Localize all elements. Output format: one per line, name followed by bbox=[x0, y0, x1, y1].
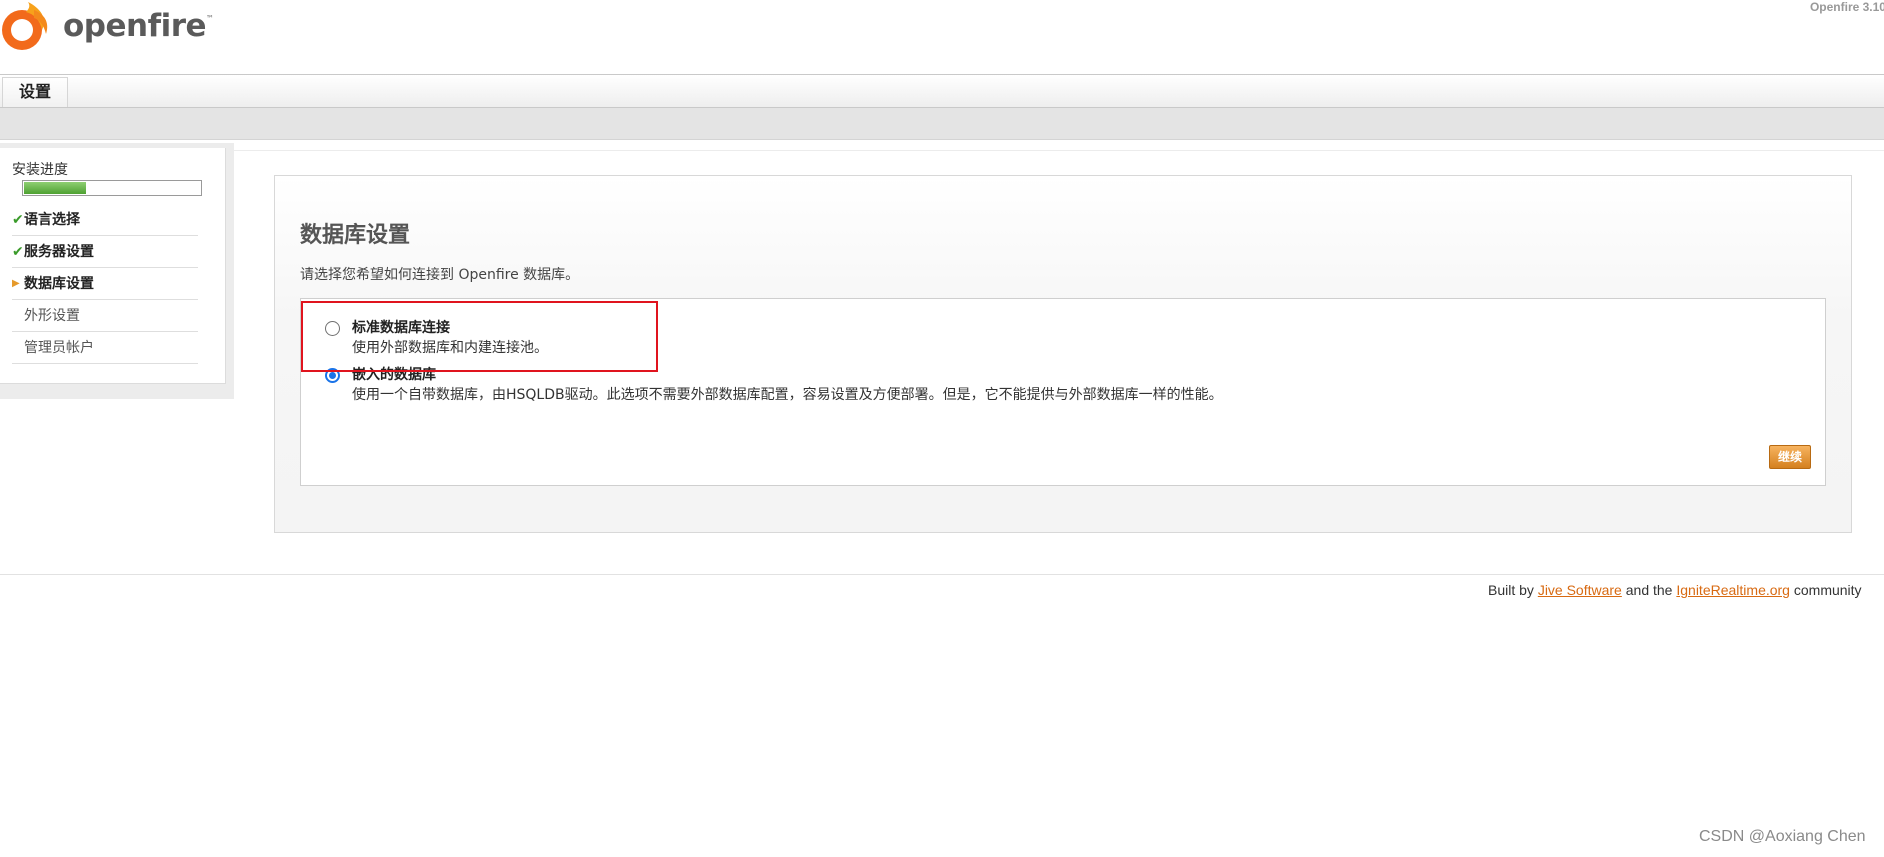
page: openfire™ Openfire 3.10.3 设置 安装进度 ✔ 语言选择… bbox=[0, 0, 1884, 857]
continue-button[interactable]: 继续 bbox=[1769, 445, 1811, 469]
page-title: 数据库设置 bbox=[300, 223, 411, 248]
check-icon: ✔ bbox=[12, 244, 24, 260]
jive-software-link[interactable]: Jive Software bbox=[1538, 582, 1622, 598]
footer-prefix: Built by bbox=[1488, 582, 1538, 598]
sidebar-panel: 安装进度 ✔ 语言选择 ✔ 服务器设置 ▶ 数据库设置 外形设置 管理员帐户 bbox=[0, 148, 226, 384]
version-label: Openfire 3.10.3 bbox=[1809, 0, 1884, 14]
sidebar-step-label: 语言选择 bbox=[24, 212, 80, 228]
watermark: CSDN @Aoxiang Chen bbox=[1699, 828, 1866, 845]
step-mark bbox=[12, 332, 24, 364]
content-top-border bbox=[228, 150, 1884, 152]
footer-suffix: community bbox=[1789, 582, 1862, 598]
current-step-arrow-icon: ▶ bbox=[12, 278, 20, 289]
annotation-highlight-box bbox=[301, 301, 658, 372]
footer-divider bbox=[0, 574, 1884, 575]
logo-trademark: ™ bbox=[206, 14, 214, 23]
step-mark bbox=[12, 300, 24, 332]
sidebar-step-label: 服务器设置 bbox=[24, 244, 94, 260]
sidebar-step-server[interactable]: ✔ 服务器设置 bbox=[12, 236, 198, 268]
footer-middle: and the bbox=[1621, 582, 1677, 598]
logo-text: openfire bbox=[63, 8, 207, 44]
progress-fill bbox=[24, 182, 86, 194]
sidebar-step-appearance: 外形设置 bbox=[12, 300, 198, 332]
header: openfire™ Openfire 3.10.3 bbox=[0, 0, 1884, 74]
sub-nav-bar bbox=[0, 108, 1884, 140]
check-icon: ✔ bbox=[12, 212, 24, 228]
progress-bar bbox=[22, 180, 202, 196]
sidebar-step-language[interactable]: ✔ 语言选择 bbox=[12, 204, 198, 236]
sidebar-step-admin-account: 管理员帐户 bbox=[12, 332, 198, 364]
progress-label: 安装进度 bbox=[12, 162, 68, 178]
setup-sidebar: 安装进度 ✔ 语言选择 ✔ 服务器设置 ▶ 数据库设置 外形设置 管理员帐户 bbox=[0, 143, 234, 399]
openfire-logo[interactable]: openfire™ bbox=[0, 0, 214, 60]
flame-logo-icon bbox=[2, 2, 48, 50]
intro-text: 请选择您希望如何连接到 Openfire 数据库。 bbox=[300, 267, 580, 283]
tab-settings[interactable]: 设置 bbox=[2, 77, 68, 107]
sidebar-step-database[interactable]: ▶ 数据库设置 bbox=[12, 268, 198, 300]
igniterealtime-link[interactable]: IgniteRealtime.org bbox=[1676, 582, 1790, 598]
footer: Built by Jive Software and the IgniteRea… bbox=[1488, 582, 1884, 598]
option-description: 使用一个自带数据库，由HSQLDB驱动。此选项不需要外部数据库配置，容易设置及方… bbox=[352, 387, 1223, 403]
sidebar-step-label: 管理员帐户 bbox=[24, 340, 94, 356]
tab-bar: 设置 bbox=[0, 74, 1884, 108]
sidebar-step-label: 数据库设置 bbox=[24, 276, 94, 292]
sidebar-step-label: 外形设置 bbox=[24, 308, 80, 324]
